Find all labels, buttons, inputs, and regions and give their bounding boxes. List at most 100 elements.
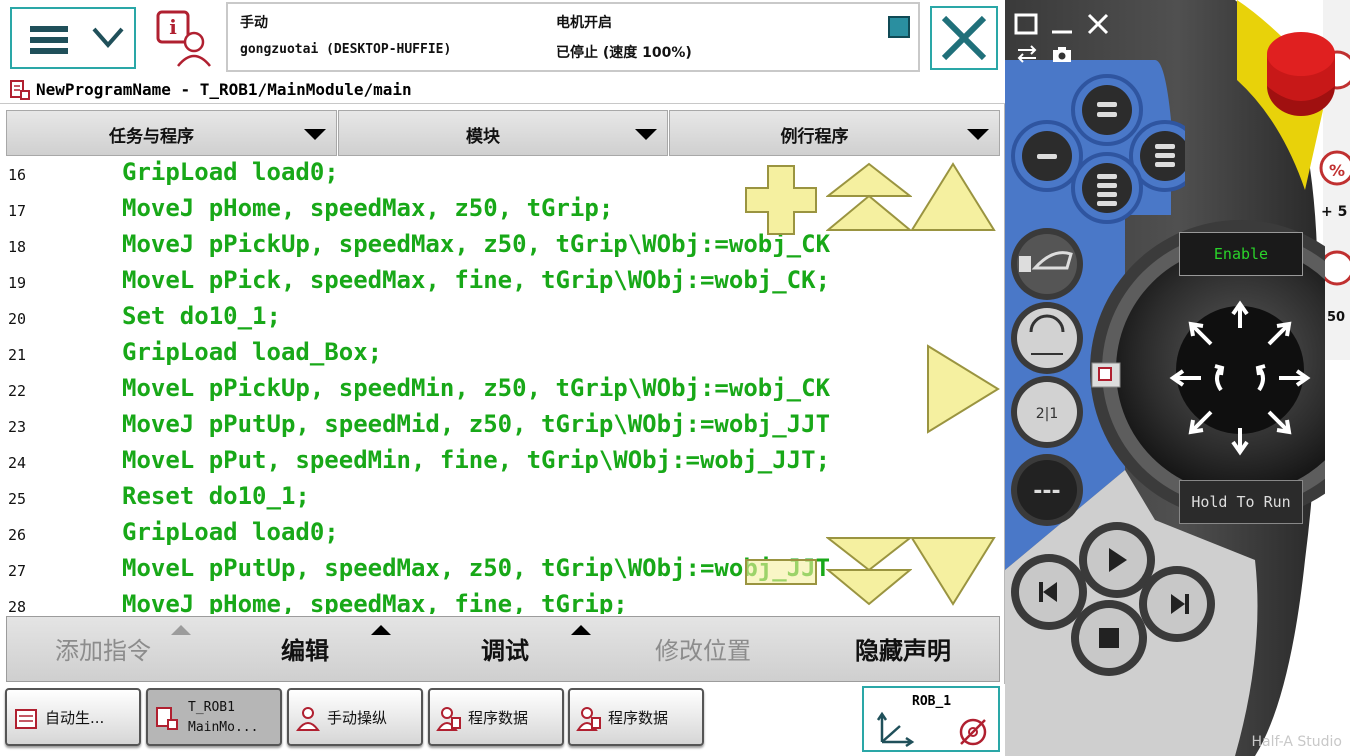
task-label: T_ROB1 MainMo... xyxy=(188,700,259,735)
code-text: GripLoad load0; xyxy=(122,158,339,186)
code-text: MoveJ pPickUp, speedMax, z50, tGrip\WObj… xyxy=(122,230,831,258)
quickset-robot-button[interactable]: ROB_1 xyxy=(862,686,1000,752)
line-number: 28 xyxy=(8,598,27,614)
add-instruction-button[interactable]: 添加指令 xyxy=(55,631,151,666)
scroll-down-icon[interactable] xyxy=(910,536,996,606)
task-program-data-1[interactable]: 程序数据 xyxy=(428,688,564,746)
status-panel[interactable]: 手动 gongzuotai (DESKTOP-HUFFIE) 电机开启 已停止 … xyxy=(226,2,920,72)
hold-to-run-label: Hold To Run xyxy=(1191,493,1291,511)
toggle-increments-button[interactable] xyxy=(1007,454,1087,526)
tab-label: 任务与程序 xyxy=(109,127,194,147)
joystick-lock-icon[interactable] xyxy=(1091,362,1121,388)
code-line[interactable]: 25 Reset do10_1; xyxy=(6,482,1004,518)
program-editor-icon xyxy=(10,80,30,100)
line-number: 22 xyxy=(8,382,27,400)
taskbar: 自动生... T_ROB1 MainMo... 手动操纵 程序数据 程序数据 R… xyxy=(0,684,1005,756)
task-label: 程序数据 xyxy=(608,709,669,727)
robot-name: ROB_1 xyxy=(912,694,952,709)
line-number: 16 xyxy=(8,166,27,184)
enable-label: Enable xyxy=(1213,245,1269,263)
restore-window-icon[interactable] xyxy=(1013,12,1039,36)
top-status-bar: i 手动 gongzuotai (DESKTOP-HUFFIE) 电机开启 已停… xyxy=(0,0,1005,76)
code-text: MoveJ pPutUp, speedMid, z50, tGrip\WObj:… xyxy=(122,410,831,438)
menu-up-arrow-icon xyxy=(371,625,391,635)
code-text: Set do10_1; xyxy=(122,302,281,330)
toggle-linear-reorient-button[interactable] xyxy=(1007,302,1087,374)
tab-modules[interactable]: 模块 xyxy=(338,110,668,156)
watermark: Half-A Studio xyxy=(1251,734,1342,750)
tab-label: 模块 xyxy=(466,127,500,147)
menu-up-arrow-icon xyxy=(571,625,591,635)
run-state: 已停止 (速度 100%) xyxy=(556,45,692,61)
code-line[interactable]: 19 MoveL pPick, speedMax, fine, tGrip\WOb… xyxy=(6,266,1004,302)
task-label: 手动操纵 xyxy=(327,709,388,727)
modify-position-button[interactable]: 修改位置 xyxy=(655,631,751,666)
menu-up-arrow-icon xyxy=(171,625,191,635)
hamburger-icon xyxy=(30,26,68,54)
code-line[interactable]: 20 Set do10_1; xyxy=(6,302,1004,338)
step-forward-button[interactable] xyxy=(1139,566,1215,642)
task-label: 自动生... xyxy=(45,709,105,727)
command-bar: 添加指令 编辑 调试 修改位置 隐藏声明 xyxy=(6,616,1000,682)
scroll-right-icon[interactable] xyxy=(926,344,1000,434)
tab-tasks-programs[interactable]: 任务与程序 xyxy=(6,110,337,156)
swap-hands-icon[interactable] xyxy=(1015,44,1039,64)
debug-button[interactable]: 调试 xyxy=(481,631,529,666)
chevron-down-icon xyxy=(92,27,124,49)
stop-button[interactable] xyxy=(1071,600,1147,676)
zoom-out-icon[interactable] xyxy=(744,556,818,588)
edit-button[interactable]: 编辑 xyxy=(281,631,329,666)
emergency-stop-button[interactable] xyxy=(1261,24,1341,124)
task-auto-production[interactable]: 自动生... xyxy=(5,688,141,746)
line-number: 24 xyxy=(8,454,27,472)
code-line[interactable]: 23 MoveJ pPutUp, speedMid, z50, tGrip\WOb… xyxy=(6,410,1004,446)
flexpendant-screen: i 手动 gongzuotai (DESKTOP-HUFFIE) 电机开启 已停… xyxy=(0,0,1005,756)
code-text: MoveJ pHome, speedMax, fine, tGrip; xyxy=(122,590,628,614)
close-button[interactable] xyxy=(930,6,998,70)
select-mechanical-unit-button[interactable] xyxy=(1007,228,1087,300)
line-number: 19 xyxy=(8,274,27,292)
svg-text:%: % xyxy=(1329,161,1345,180)
line-number: 21 xyxy=(8,346,27,364)
operating-mode: 手动 xyxy=(240,15,268,31)
tab-label: 例行程序 xyxy=(780,127,849,147)
main-menu-button[interactable] xyxy=(10,7,136,69)
code-line[interactable]: 24 MoveL pPut, speedMin, fine, tGrip\WObj… xyxy=(6,446,1004,482)
minimize-window-icon[interactable] xyxy=(1049,12,1075,36)
program-data-icon xyxy=(436,707,461,731)
toggle-axis-1-3-4-6-button[interactable] xyxy=(1007,376,1087,448)
code-line[interactable]: 18 MoveJ pPickUp, speedMax, z50, tGrip\WO… xyxy=(6,230,1004,266)
virtual-flexpendant-device: % + 5 50 2|1 --- Enable Hold To Run Half… xyxy=(1005,0,1350,756)
task-label: 程序数据 xyxy=(468,709,529,727)
page-up-icon[interactable] xyxy=(826,162,912,232)
dropdown-arrow-icon xyxy=(967,129,989,140)
code-text: MoveL pPut, speedMin, fine, tGrip\WObj:=… xyxy=(122,446,831,474)
code-text: MoveL pPutUp, speedMax, z50, tGrip\WObj:… xyxy=(122,554,831,582)
event-log-icon[interactable]: i xyxy=(154,10,214,68)
code-text: MoveL pPick, speedMax, fine, tGrip\WObj:… xyxy=(122,266,831,294)
line-number: 18 xyxy=(8,238,27,256)
line-number: 20 xyxy=(8,310,27,328)
code-line[interactable]: 21 GripLoad load_Box; xyxy=(6,338,1004,374)
task-jogging[interactable]: 手动操纵 xyxy=(287,688,423,746)
program-path: NewProgramName - T_ROB1/MainModule/main xyxy=(36,80,412,99)
increment-icon xyxy=(959,718,987,746)
joystick[interactable] xyxy=(1155,296,1325,460)
tab-routines[interactable]: 例行程序 xyxy=(669,110,1000,156)
code-line[interactable]: 22 MoveL pPickUp, speedMin, z50, tGrip\WO… xyxy=(6,374,1004,410)
page-down-icon[interactable] xyxy=(826,536,912,606)
program-status-icon xyxy=(888,16,910,38)
motor-state: 电机开启 xyxy=(556,15,612,31)
close-window-icon[interactable] xyxy=(1085,12,1111,36)
scroll-up-icon[interactable] xyxy=(910,162,996,232)
task-program-editor[interactable]: T_ROB1 MainMo... xyxy=(146,688,282,746)
hide-declarations-button[interactable]: 隐藏声明 xyxy=(855,631,951,666)
line-number: 25 xyxy=(8,490,27,508)
code-editor[interactable]: 16 GripLoad load0; 17 MoveJ pHome, speedMa… xyxy=(6,158,1004,614)
zoom-in-icon[interactable] xyxy=(744,164,818,236)
hold-to-run-button[interactable]: Hold To Run xyxy=(1179,480,1303,524)
enable-device-button[interactable]: Enable xyxy=(1179,232,1303,276)
camera-icon[interactable] xyxy=(1051,44,1073,64)
task-program-data-2[interactable]: 程序数据 xyxy=(568,688,704,746)
breadcrumb: NewProgramName - T_ROB1/MainModule/main xyxy=(0,76,1005,104)
